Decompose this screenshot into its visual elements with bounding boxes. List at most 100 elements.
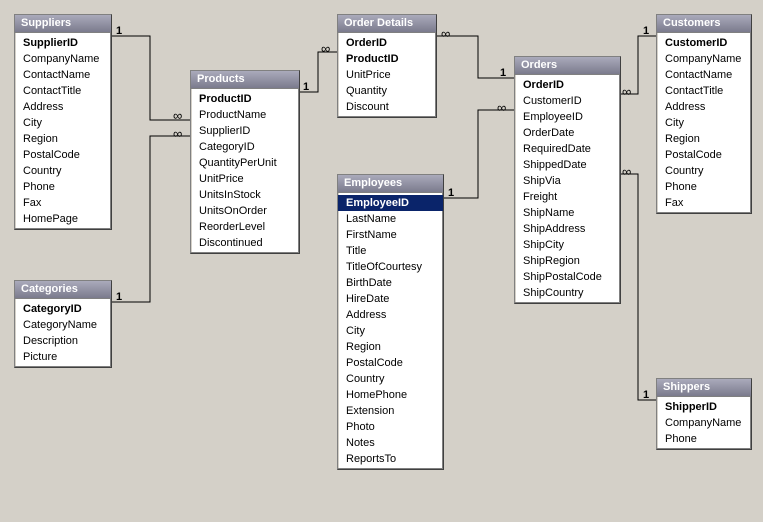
field-item[interactable]: Country	[657, 163, 751, 179]
table-products[interactable]: ProductsProductIDProductNameSupplierIDCa…	[190, 70, 300, 254]
field-item[interactable]: HomePhone	[338, 387, 443, 403]
field-item[interactable]: CompanyName	[657, 415, 751, 431]
field-list: ProductIDProductNameSupplierIDCategoryID…	[191, 89, 299, 253]
field-item[interactable]: Picture	[15, 349, 111, 365]
field-item[interactable]: SupplierID	[15, 35, 111, 51]
field-item[interactable]: LastName	[338, 211, 443, 227]
table-employees[interactable]: EmployeesEmployeeIDLastNameFirstNameTitl…	[337, 174, 444, 470]
field-item[interactable]: PostalCode	[15, 147, 111, 163]
field-item[interactable]: ShippedDate	[515, 157, 620, 173]
relationship-line[interactable]	[112, 36, 190, 120]
field-item[interactable]: Country	[15, 163, 111, 179]
field-item[interactable]: Freight	[515, 189, 620, 205]
field-item[interactable]: ShipVia	[515, 173, 620, 189]
table-orderdetails[interactable]: Order Details OrderIDProductIDUnitPriceQu…	[337, 14, 437, 118]
field-item[interactable]: ShipCity	[515, 237, 620, 253]
relationship-line[interactable]	[112, 136, 190, 302]
field-item[interactable]: City	[657, 115, 751, 131]
table-suppliers[interactable]: Suppliers SupplierIDCompanyNameContactNam…	[14, 14, 112, 230]
field-item[interactable]: Region	[338, 339, 443, 355]
table-title[interactable]: Employees	[338, 175, 443, 193]
field-item[interactable]: ShipRegion	[515, 253, 620, 269]
relationship-line[interactable]	[300, 52, 337, 92]
field-item[interactable]: ReportsTo	[338, 451, 443, 467]
field-item[interactable]: ProductName	[191, 107, 299, 123]
field-item[interactable]: UnitsOnOrder	[191, 203, 299, 219]
field-item[interactable]: Fax	[657, 195, 751, 211]
field-item[interactable]: ContactTitle	[657, 83, 751, 99]
field-item[interactable]: Photo	[338, 419, 443, 435]
field-item[interactable]: Fax	[15, 195, 111, 211]
field-item[interactable]: CustomerID	[515, 93, 620, 109]
field-item[interactable]: Address	[338, 307, 443, 323]
field-item[interactable]: PostalCode	[338, 355, 443, 371]
field-item[interactable]: CategoryID	[191, 139, 299, 155]
field-item[interactable]: Quantity	[338, 83, 436, 99]
field-item[interactable]: UnitsInStock	[191, 187, 299, 203]
field-item[interactable]: ContactName	[657, 67, 751, 83]
field-item[interactable]: Description	[15, 333, 111, 349]
field-item[interactable]: EmployeeID	[338, 195, 443, 211]
field-item[interactable]: Country	[338, 371, 443, 387]
field-item[interactable]: Address	[15, 99, 111, 115]
field-item[interactable]: Region	[657, 131, 751, 147]
table-customers[interactable]: Customers CustomerIDCompanyNameContactNam…	[656, 14, 752, 214]
field-item[interactable]: ContactName	[15, 67, 111, 83]
field-item[interactable]: ShipCountry	[515, 285, 620, 301]
field-item[interactable]: Phone	[15, 179, 111, 195]
field-item[interactable]: OrderDate	[515, 125, 620, 141]
field-item[interactable]: ReorderLevel	[191, 219, 299, 235]
field-item[interactable]: Phone	[657, 179, 751, 195]
field-item[interactable]: ProductID	[191, 91, 299, 107]
field-item[interactable]: Region	[15, 131, 111, 147]
field-item[interactable]: Notes	[338, 435, 443, 451]
field-item[interactable]: QuantityPerUnit	[191, 155, 299, 171]
relationship-line[interactable]	[437, 36, 514, 78]
field-item[interactable]: ShipName	[515, 205, 620, 221]
field-item[interactable]: UnitPrice	[191, 171, 299, 187]
relationship-line[interactable]	[621, 36, 656, 94]
table-orders[interactable]: Orders OrderIDCustomerIDEmployeeIDOrderDa…	[514, 56, 621, 304]
field-item[interactable]: Address	[657, 99, 751, 115]
table-shippers[interactable]: Shippers ShipperIDCompanyNamePhone	[656, 378, 752, 450]
field-item[interactable]: RequiredDate	[515, 141, 620, 157]
field-item[interactable]: Discount	[338, 99, 436, 115]
field-item[interactable]: PostalCode	[657, 147, 751, 163]
relationship-line[interactable]	[621, 174, 656, 400]
field-item[interactable]: ShipPostalCode	[515, 269, 620, 285]
field-item[interactable]: HireDate	[338, 291, 443, 307]
field-item[interactable]: Discontinued	[191, 235, 299, 251]
field-item[interactable]: City	[15, 115, 111, 131]
field-item[interactable]: City	[338, 323, 443, 339]
field-item[interactable]: CategoryID	[15, 301, 111, 317]
field-item[interactable]: FirstName	[338, 227, 443, 243]
table-title[interactable]: Categories	[15, 281, 111, 299]
field-item[interactable]: ProductID	[338, 51, 436, 67]
field-item[interactable]: OrderID	[515, 77, 620, 93]
field-item[interactable]: ShipAddress	[515, 221, 620, 237]
field-item[interactable]: ShipperID	[657, 399, 751, 415]
table-categories[interactable]: Categories CategoryIDCategoryNameDescript…	[14, 280, 112, 368]
field-item[interactable]: Title	[338, 243, 443, 259]
field-item[interactable]: SupplierID	[191, 123, 299, 139]
table-title[interactable]: Products	[191, 71, 299, 89]
field-item[interactable]: CustomerID	[657, 35, 751, 51]
field-item[interactable]: HomePage	[15, 211, 111, 227]
field-item[interactable]: UnitPrice	[338, 67, 436, 83]
table-title[interactable]: Shippers	[657, 379, 751, 397]
field-item[interactable]: ContactTitle	[15, 83, 111, 99]
field-item[interactable]: CategoryName	[15, 317, 111, 333]
field-item[interactable]: EmployeeID	[515, 109, 620, 125]
field-item[interactable]: BirthDate	[338, 275, 443, 291]
field-item[interactable]: Phone	[657, 431, 751, 447]
table-title[interactable]: Orders	[515, 57, 620, 75]
field-item[interactable]: CompanyName	[15, 51, 111, 67]
field-item[interactable]: OrderID	[338, 35, 436, 51]
field-item[interactable]: Extension	[338, 403, 443, 419]
field-item[interactable]: TitleOfCourtesy	[338, 259, 443, 275]
table-title[interactable]: Order Details	[338, 15, 436, 33]
table-title[interactable]: Suppliers	[15, 15, 111, 33]
field-item[interactable]: CompanyName	[657, 51, 751, 67]
table-title[interactable]: Customers	[657, 15, 751, 33]
relationship-line[interactable]	[444, 110, 514, 198]
